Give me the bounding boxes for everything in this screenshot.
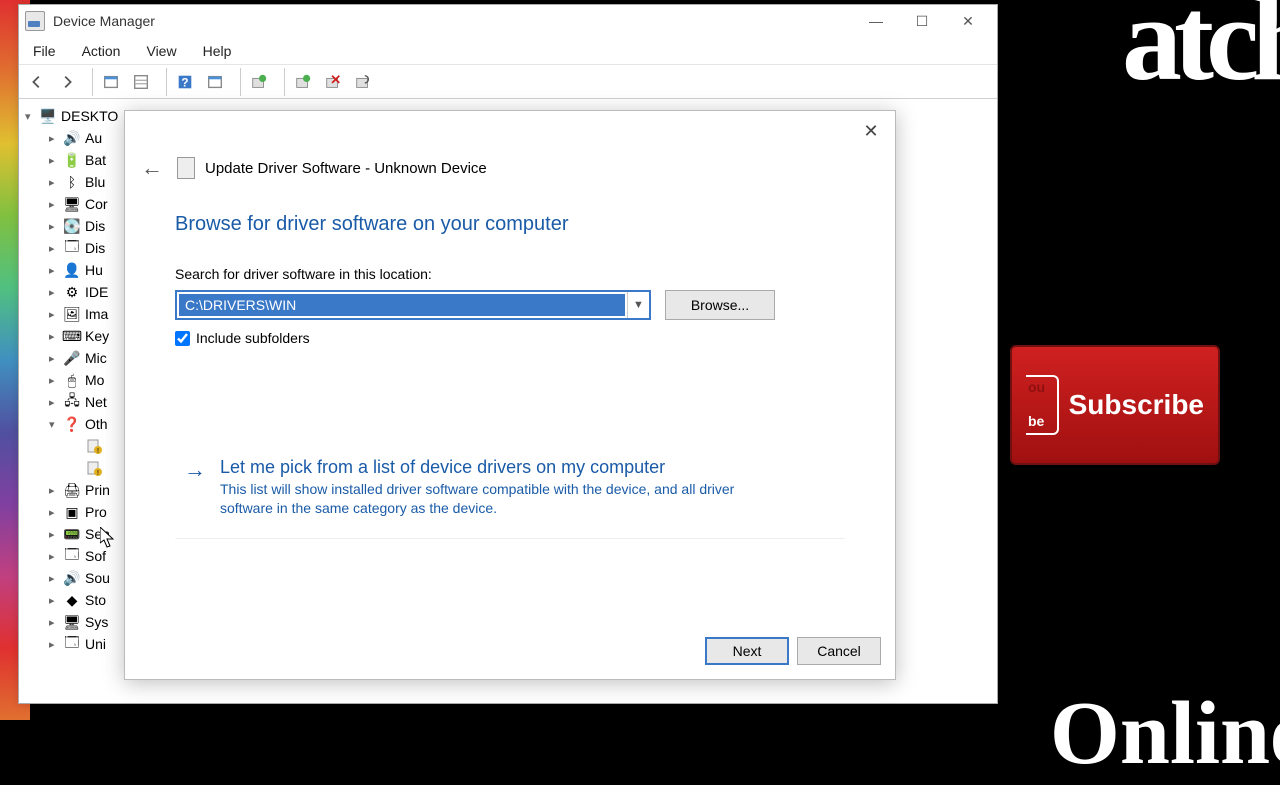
unknown-device-icon: ! [85,438,103,454]
search-location-label: Search for driver software in this locat… [175,266,845,282]
category-icon: 🖱 [63,372,81,388]
titlebar[interactable]: Device Manager — ☐ ✕ [19,5,997,37]
category-icon: 🎤 [63,350,81,366]
uninstall-icon[interactable] [289,68,317,96]
back-icon[interactable] [23,68,51,96]
app-icon [25,11,45,31]
dialog-close-button[interactable]: ✕ [855,117,887,145]
youtube-icon [1026,375,1059,435]
pick-option-title: Let me pick from a list of device driver… [220,457,780,478]
include-subfolders-label: Include subfolders [196,330,310,346]
maximize-button[interactable]: ☐ [899,6,945,36]
dialog-title: Update Driver Software - Unknown Device [205,160,487,177]
menu-file[interactable]: File [27,39,62,63]
category-icon: 🔋 [63,152,81,168]
category-icon: 🖥 [63,196,81,212]
pick-option-desc: This list will show installed driver sof… [220,480,780,518]
path-combobox[interactable]: ▼ [175,290,651,320]
category-icon: 🗔 [63,636,81,652]
background-text-top: atch [1122,0,1280,108]
category-icon: 📟 [63,526,81,542]
subscribe-button[interactable]: Subscribe [1010,345,1220,465]
dialog-back-button[interactable]: ← [139,155,165,181]
include-subfolders-row[interactable]: Include subfolders [175,330,845,346]
toolbar: ? [19,65,997,99]
scan-icon[interactable] [201,68,229,96]
pick-from-list-option[interactable]: → Let me pick from a list of device driv… [175,446,845,539]
category-icon: 🗔 [63,240,81,256]
forward-icon[interactable] [53,68,81,96]
help-icon[interactable]: ? [171,68,199,96]
category-icon: ◆ [63,592,81,608]
category-icon: 🖥 [63,614,81,630]
arrow-right-icon: → [184,457,208,518]
window-title: Device Manager [53,13,155,29]
show-hide-icon[interactable] [97,68,125,96]
subscribe-label: Subscribe [1069,389,1204,421]
category-icon: 🗔 [63,548,81,564]
close-button[interactable]: ✕ [945,6,991,36]
next-button[interactable]: Next [705,637,789,665]
computer-icon: 🖥️ [39,108,57,124]
properties-icon[interactable] [127,68,155,96]
menu-view[interactable]: View [140,39,182,63]
category-icon: 💽 [63,218,81,234]
category-icon: ᛒ [63,174,81,190]
category-icon: 🖼 [63,306,81,322]
update-driver-icon[interactable] [245,68,273,96]
minimize-button[interactable]: — [853,6,899,36]
category-icon: ❓ [63,416,81,432]
menubar: File Action View Help [19,37,997,65]
disable-icon[interactable] [319,68,347,96]
unknown-device-icon: ! [85,460,103,476]
svg-text:?: ? [181,76,188,89]
category-icon: ▣ [63,504,81,520]
cancel-button[interactable]: Cancel [797,637,881,665]
browse-button[interactable]: Browse... [665,290,775,320]
chevron-down-icon[interactable]: ▼ [627,292,649,318]
svg-text:!: ! [97,470,99,476]
svg-text:!: ! [97,448,99,454]
category-icon: ⌨ [63,328,81,344]
menu-action[interactable]: Action [76,39,127,63]
dialog-heading: Browse for driver software on your compu… [175,213,845,236]
menu-help[interactable]: Help [197,39,238,63]
include-subfolders-checkbox[interactable] [175,331,190,346]
enable-icon[interactable] [349,68,377,96]
background-text-bottom: Online [1050,682,1280,785]
path-input[interactable] [179,294,625,316]
category-icon: 🔊 [63,130,81,146]
device-icon [177,157,195,179]
category-icon: 🔊 [63,570,81,586]
category-icon: 🖨 [63,482,81,498]
category-icon: 🖧 [63,394,81,410]
category-icon: ⚙ [63,284,81,300]
category-icon: 👤 [63,262,81,278]
update-driver-dialog: ✕ ← Update Driver Software - Unknown Dev… [124,110,896,680]
